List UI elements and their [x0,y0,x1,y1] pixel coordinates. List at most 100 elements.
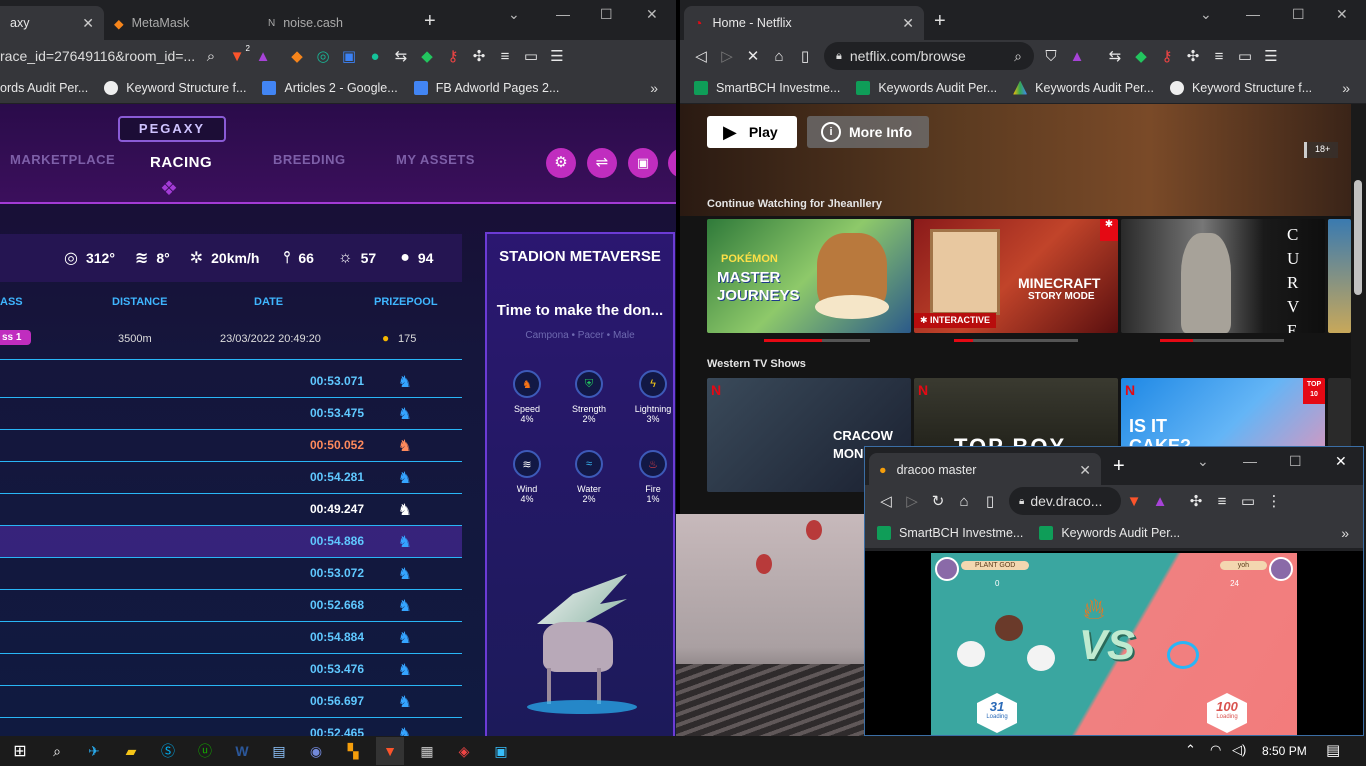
file-explorer-icon[interactable]: ▰ [117,737,145,765]
calculator-icon[interactable]: ▦ [413,737,441,765]
tab-search-icon[interactable]: ⌄ [1197,453,1209,470]
bookmark-keywords-audit[interactable]: ords Audit Per... [0,81,88,95]
brave-shield-icon[interactable]: ▼ 2 [224,44,250,65]
extension-green-icon[interactable]: ◎ [310,47,336,65]
brave-rewards-icon[interactable]: ▲ [1064,48,1090,65]
game-canvas[interactable]: PLANT GOD 0 yoh 24 🔥︎ VS 31 Loading 100 … [931,553,1297,735]
play-button[interactable]: ▶ Play [707,116,797,148]
tile-minecraft[interactable]: MINECRAFT STORY MODE ✱ INTERACTIVE ✱ [914,219,1118,333]
extension-link-icon[interactable]: ⇆ [1102,47,1128,65]
skype-icon[interactable]: Ⓢ [154,737,182,765]
bookmark-articles[interactable]: Articles 2 - Google... [262,80,398,95]
close-window-icon[interactable]: ✕ [1335,453,1347,470]
maximize-icon[interactable]: ☐ [1292,6,1305,23]
home-icon[interactable]: ⌂ [951,493,977,510]
brave-shield-icon[interactable]: ⛉ [1038,48,1064,65]
menu-icon[interactable]: ☰ [544,47,570,65]
close-window-icon[interactable]: ✕ [646,6,658,23]
extra-nav-icon[interactable] [668,148,676,178]
nav-breeding[interactable]: BREEDING [273,152,346,167]
wallet-icon[interactable]: ▭ [1232,47,1258,65]
table-row[interactable]: 00:54.884 ♞ [0,622,462,654]
brave-rewards-icon[interactable]: ▲ [250,48,276,65]
brave-rewards-icon[interactable]: ▲ [1147,493,1173,510]
forward-icon[interactable]: ▷ [899,492,925,510]
home-icon[interactable]: ⌂ [766,48,792,65]
minimize-icon[interactable]: — [1243,453,1257,469]
close-window-icon[interactable]: ✕ [1336,6,1348,23]
playlist-icon[interactable]: ≡ [492,48,518,65]
reload-icon[interactable]: ↻ [925,492,951,510]
close-tab-icon[interactable]: ✕ [894,15,914,32]
clock[interactable]: 8:50 PM [1262,744,1307,758]
url-text[interactable]: race_id=27649116&room_id=... [0,48,198,64]
new-tab-icon[interactable]: + [934,10,946,33]
volume-icon[interactable]: ◁) [1232,742,1246,758]
wallet-icon[interactable]: ▭ [1235,492,1261,510]
transfer-icon[interactable]: ⇌ [587,148,617,178]
table-row[interactable]: 00:54.886 ♞ [0,526,462,558]
enemy-unit[interactable] [1167,641,1199,669]
discord-icon[interactable]: ◉ [302,737,330,765]
table-row[interactable]: 00:49.247 ♞ [0,494,462,526]
extensions-puzzle-icon[interactable]: ✣ [1183,492,1209,510]
back-icon[interactable]: ◁ [688,47,714,65]
windows-start-icon[interactable]: ⊞ [6,737,34,765]
bookmark-smartbch[interactable]: SmartBCH Investme... [694,80,840,95]
dragon-unit[interactable] [1027,645,1055,671]
metamask-icon[interactable]: ◆ [284,47,310,65]
minimize-icon[interactable]: — [556,6,570,22]
address-bar[interactable]: 🔒︎ dev.draco... [1009,487,1121,515]
wallet-icon[interactable]: ▭ [518,47,544,65]
table-row[interactable]: 00:53.475 ♞ [0,398,462,430]
wallet-icon[interactable]: ▣ [628,148,658,178]
extension-p-icon[interactable]: ▣ [336,47,362,65]
maximize-icon[interactable]: ☐ [1289,453,1302,470]
table-row[interactable]: 00:54.281 ♞ [0,462,462,494]
extensions-puzzle-icon[interactable]: ✣ [1180,47,1206,65]
bookmark-keywords-audit-2[interactable]: Keywords Audit Per... [1013,80,1154,95]
tab-noise-cash[interactable]: N noise.cash [258,6,408,40]
nav-racing[interactable]: RACING [150,154,212,171]
maximize-icon[interactable]: ☐ [600,6,613,23]
extension-key-icon[interactable]: ⚷ [440,47,466,65]
playlist-icon[interactable]: ≡ [1209,493,1235,510]
extension-tag-icon[interactable]: ◆ [1128,47,1154,65]
new-tab-icon[interactable]: + [424,10,436,33]
stop-icon[interactable]: ✕ [740,47,766,65]
grammarly-icon[interactable]: ● [362,48,388,65]
nav-marketplace[interactable]: MARKETPLACE [10,152,115,167]
notifications-icon[interactable]: ▤ [1326,741,1340,759]
nav-my-assets[interactable]: MY ASSETS [396,152,475,167]
telegram-icon[interactable]: ✈ [80,737,108,765]
scroll-thumb[interactable] [1354,180,1362,295]
bookmark-fb-adworld[interactable]: FB Adworld Pages 2... [413,80,559,95]
tab-search-icon[interactable]: ⌄ [508,6,520,23]
tray-chevron-icon[interactable]: ⌃ [1185,742,1196,758]
table-row[interactable]: 00:53.072 ♞ [0,558,462,590]
bookmark-icon[interactable]: ▯ [977,492,1003,510]
wifi-icon[interactable]: ◠ [1210,742,1221,758]
close-tab-icon[interactable]: ✕ [74,15,94,32]
bookmark-icon[interactable]: ▯ [792,47,818,65]
search-icon[interactable]: ⌕ [43,737,71,765]
bookmark-keyword-structure[interactable]: Keyword Structure f... [104,80,246,95]
remote-desktop-icon[interactable]: ▣ [487,737,515,765]
forward-icon[interactable]: ▷ [714,47,740,65]
tab-metamask[interactable]: ◆ MetaMask [104,6,254,40]
tile-pokemon[interactable]: POKÉMON MASTER JOURNEYS [707,219,911,333]
table-row[interactable]: 00:52.668 ♞ [0,590,462,622]
minimize-icon[interactable]: — [1246,6,1260,22]
extension-key-icon[interactable]: ⚷ [1154,47,1180,65]
dragon-unit[interactable] [957,641,985,667]
extension-tag-icon[interactable]: ◆ [414,47,440,65]
bookmark-smartbch[interactable]: SmartBCH Investme... [877,525,1023,540]
tab-netflix[interactable]: ◔ Home - Netflix ✕ [684,6,924,40]
more-bookmarks-icon[interactable]: » [1342,80,1350,96]
new-tab-icon[interactable]: + [1113,455,1125,478]
table-row[interactable]: 00:50.052 ♞ [0,430,462,462]
tab-pegaxy[interactable]: axy ✕ [0,6,104,40]
tile-partial[interactable] [1328,219,1351,333]
menu-icon[interactable]: ⋮ [1261,492,1287,510]
table-row[interactable]: 00:56.697 ♞ [0,686,462,718]
